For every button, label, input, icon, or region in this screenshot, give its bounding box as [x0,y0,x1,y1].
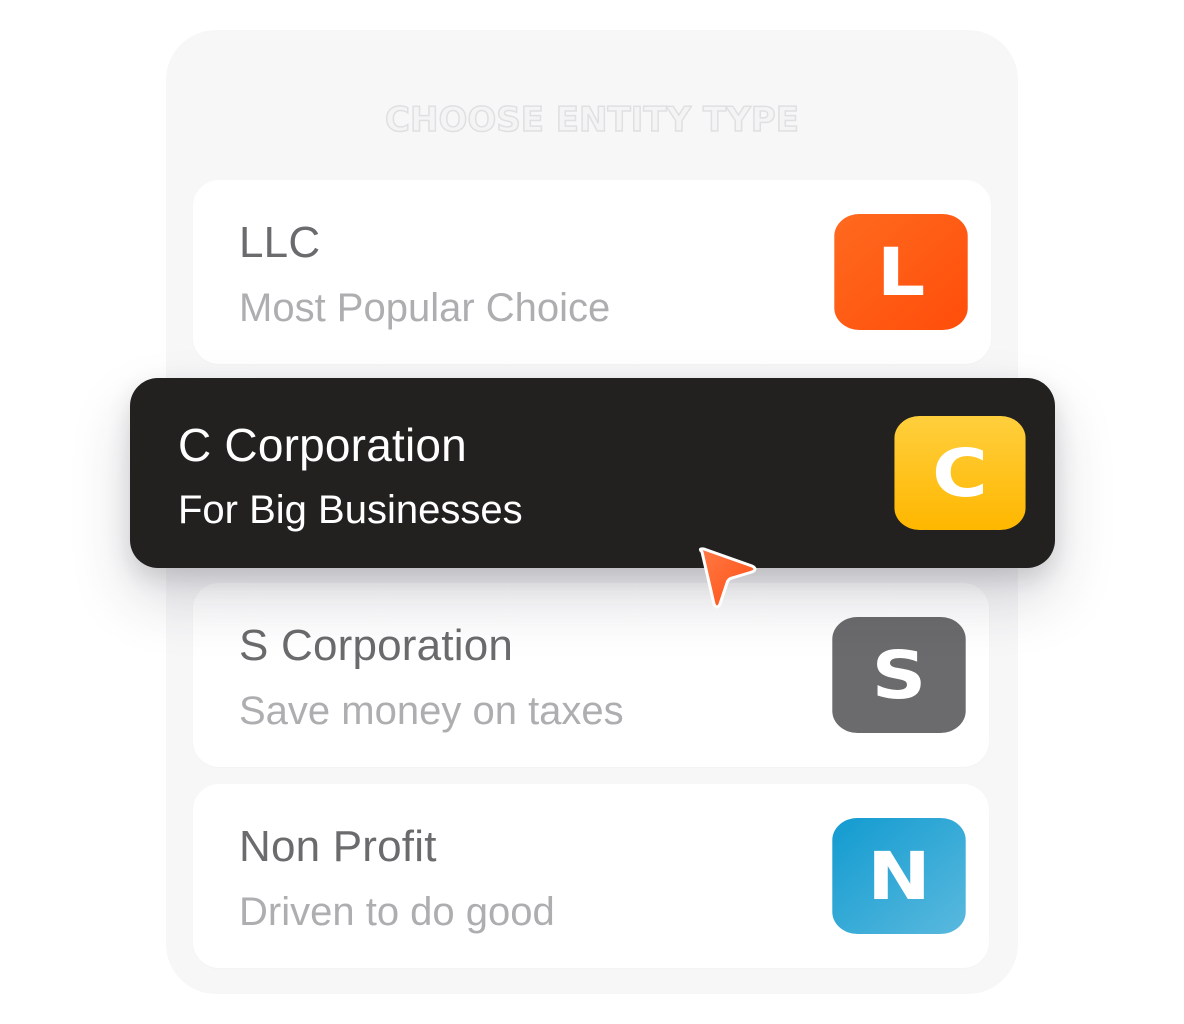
badge-letter: L [876,233,926,311]
s-corporation-badge-icon: S [832,617,966,733]
option-name: C Corporation [178,419,467,471]
option-description: Save money on taxes [239,689,624,733]
option-description: For Big Businesses [178,488,523,532]
llc-badge-icon: L [834,214,968,330]
option-s-corporation[interactable]: S Corporation Save money on taxes S [193,583,989,767]
pointer-arrow-icon [698,547,757,609]
option-description: Most Popular Choice [239,286,611,330]
c-corporation-badge-icon: C [894,416,1026,530]
option-llc[interactable]: LLC Most Popular Choice L [193,180,991,364]
option-non-profit[interactable]: Non Profit Driven to do good N [193,784,989,968]
option-name: LLC [239,218,321,267]
entity-type-picker: CHOOSE ENTITY TYPE LLC Most Popular Choi… [0,0,1184,1024]
badge-letter: S [871,636,927,714]
badge-letter: N [867,837,931,915]
option-description: Driven to do good [239,890,555,934]
option-c-corporation[interactable]: C Corporation For Big Businesses C [130,378,1055,568]
badge-letter: C [932,434,988,512]
option-name: Non Profit [239,822,437,871]
non-profit-badge-icon: N [832,818,966,934]
panel-title: CHOOSE ENTITY TYPE [384,99,799,141]
option-name: S Corporation [239,621,514,670]
